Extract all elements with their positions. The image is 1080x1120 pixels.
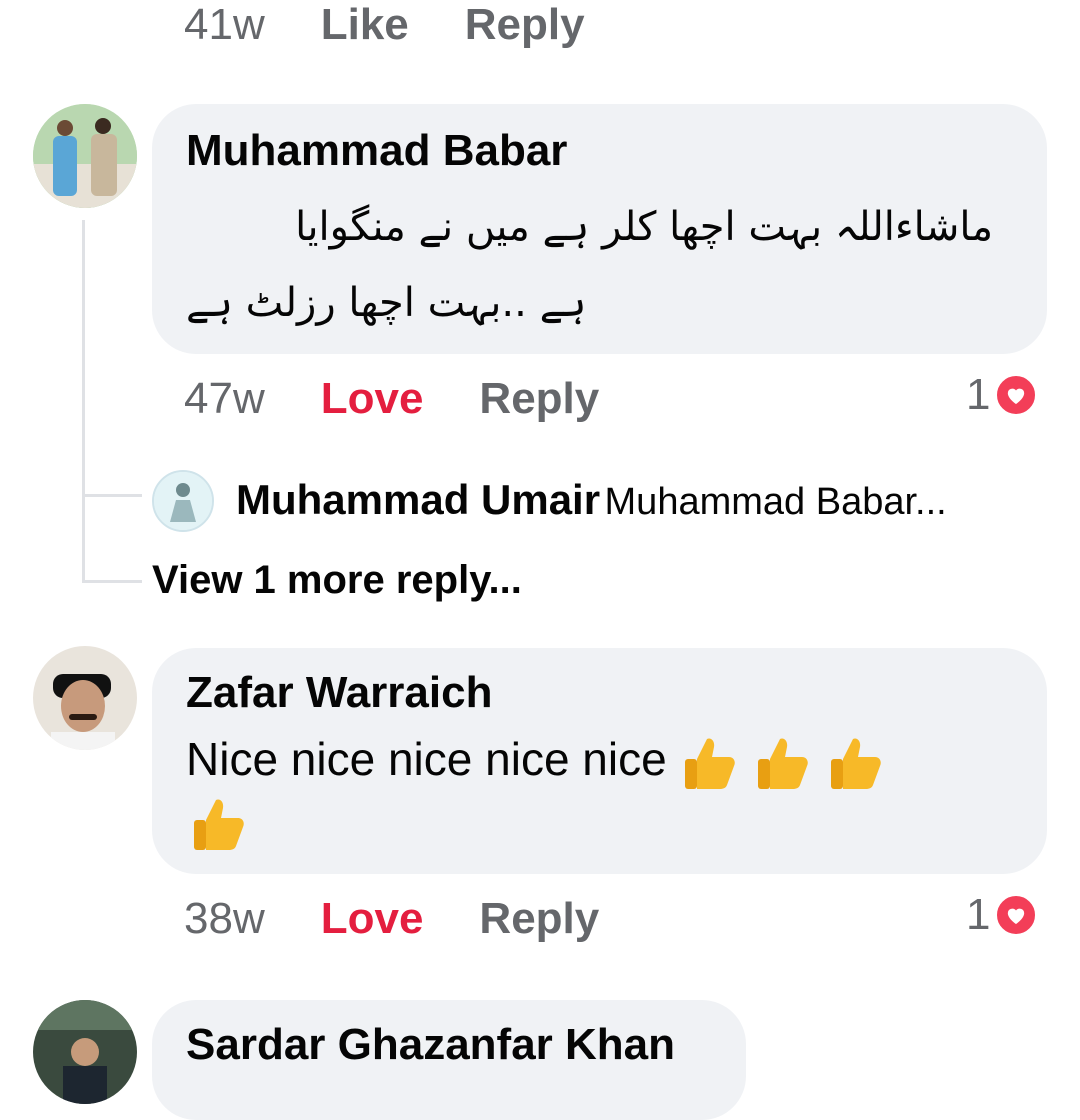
comment-time: 41w <box>184 0 265 49</box>
top-comment-actions: 41w Like Reply <box>184 0 585 50</box>
comment-bubble: Zafar Warraich Nice nice nice nice nice <box>152 648 1047 874</box>
reaction-count: 1 <box>966 890 991 939</box>
avatar[interactable] <box>33 646 137 750</box>
reply-button[interactable]: Reply <box>465 0 585 50</box>
view-more-replies-link[interactable]: View 1 more reply... <box>152 558 522 603</box>
reply-author[interactable]: Muhammad Umair <box>236 476 600 523</box>
reply-button[interactable]: Reply <box>479 894 599 944</box>
avatar[interactable] <box>33 104 137 208</box>
reply-preview[interactable]: Muhammad Umair Muhammad Babar... <box>236 476 947 524</box>
comment-time: 47w <box>184 374 265 423</box>
avatar-photo-icon <box>154 472 212 530</box>
love-button[interactable]: Love <box>321 374 424 424</box>
comment-actions: 47w Love Reply <box>184 374 599 424</box>
comment-actions: 38w Love Reply <box>184 894 599 944</box>
comment-text-line-2: ہے ..بہت اچھا رزلٹ ہے <box>186 280 587 326</box>
reaction-count: 1 <box>966 370 991 419</box>
comment-text: Nice nice nice nice nice <box>186 733 667 785</box>
thumbs-up-emoji <box>188 794 248 854</box>
reaction-summary[interactable]: 1 <box>966 370 1039 420</box>
reaction-summary[interactable]: 1 <box>966 890 1039 940</box>
reply-avatar[interactable] <box>152 470 214 532</box>
reply-button[interactable]: Reply <box>479 374 599 424</box>
thumbs-up-emoji <box>825 733 885 793</box>
thumbs-up-emoji <box>679 733 739 793</box>
comment-text-line: Nice nice nice nice nice <box>186 720 885 798</box>
thread-line <box>82 220 85 582</box>
comment-bubble: Sardar Ghazanfar Khan <box>152 1000 746 1120</box>
like-button[interactable]: Like <box>321 0 409 50</box>
avatar-photo-icon <box>33 646 137 750</box>
love-reaction-icon <box>994 373 1039 417</box>
comment-bubble: Muhammad Babar ماشاءاللہ بہت اچھا کلر ہے… <box>152 104 1047 354</box>
comment-text-line-1: ماشاءاللہ بہت اچھا کلر ہے میں نے منگوایا <box>295 204 993 250</box>
avatar[interactable] <box>33 1000 137 1104</box>
thread-line-branch <box>82 494 142 497</box>
thumbs-up-emoji <box>752 733 812 793</box>
reply-preview-text: Muhammad Babar... <box>604 481 947 523</box>
comment-author[interactable]: Zafar Warraich <box>186 668 492 718</box>
comment-author[interactable]: Sardar Ghazanfar Khan <box>186 1020 675 1070</box>
thread-line-branch <box>82 580 142 583</box>
love-button[interactable]: Love <box>321 894 424 944</box>
avatar-photo-icon <box>33 104 137 208</box>
comment-author[interactable]: Muhammad Babar <box>186 126 567 176</box>
comment-time: 38w <box>184 894 265 943</box>
comment-text-line-2 <box>188 794 248 854</box>
avatar-photo-icon <box>33 1000 137 1104</box>
love-reaction-icon <box>994 893 1039 937</box>
